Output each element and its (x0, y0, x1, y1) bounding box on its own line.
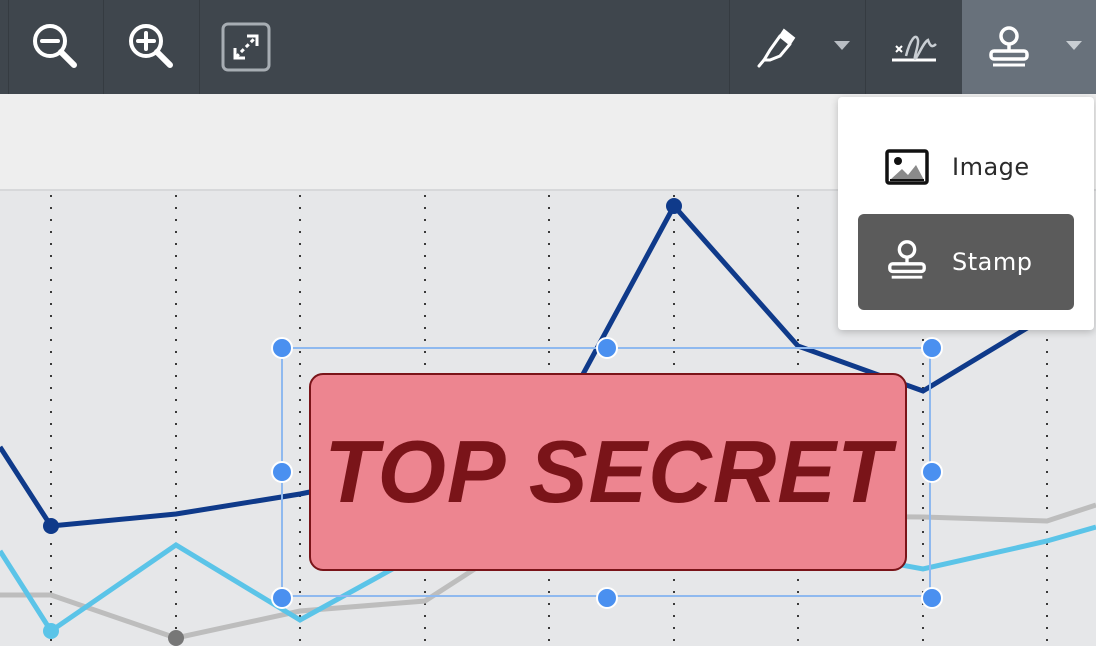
resize-handle-top[interactable] (596, 337, 618, 359)
stamp-icon (989, 26, 1029, 67)
annotate-pen-button[interactable] (730, 0, 820, 94)
expand-arrows-icon (221, 22, 271, 72)
series-light-blue-point (43, 623, 59, 639)
stamp-tool-dropdown: Image Stamp (838, 97, 1094, 330)
signature-button[interactable] (866, 0, 961, 94)
highlighter-pen-icon (757, 28, 796, 68)
resize-handle-left[interactable] (271, 461, 293, 483)
resize-handle-top-left[interactable] (271, 337, 293, 359)
menu-item-label: Stamp (952, 248, 1033, 276)
top-secret-stamp[interactable]: TOP SECRET (309, 373, 907, 571)
resize-handle-bottom-right[interactable] (921, 587, 943, 609)
stamp-text: TOP SECRET (324, 422, 892, 521)
resize-handle-bottom[interactable] (596, 587, 618, 609)
zoom-out-button[interactable] (8, 0, 103, 94)
zoom-in-icon (128, 24, 173, 68)
menu-item-label: Image (952, 153, 1030, 181)
document-viewer: TOP SECRET Image Stamp (0, 0, 1096, 646)
zoom-in-button[interactable] (104, 0, 199, 94)
series-dark-blue-point (43, 518, 59, 534)
signature-icon (891, 35, 937, 62)
toolbar (0, 0, 1096, 94)
series-gray-point (168, 630, 184, 646)
menu-item-image[interactable]: Image (858, 119, 1074, 215)
resize-handle-top-right[interactable] (921, 337, 943, 359)
stamp-icon (888, 240, 926, 279)
image-icon (885, 149, 929, 185)
stamp-options-caret[interactable] (1066, 41, 1082, 50)
resize-handle-right[interactable] (921, 461, 943, 483)
menu-item-stamp[interactable]: Stamp (858, 214, 1074, 310)
series-dark-blue-point (666, 198, 682, 214)
resize-handle-bottom-left[interactable] (271, 587, 293, 609)
pen-options-caret[interactable] (834, 41, 850, 50)
zoom-out-icon (32, 24, 77, 68)
stamp-tool-button[interactable] (962, 0, 1096, 94)
fit-page-button[interactable] (200, 0, 292, 94)
